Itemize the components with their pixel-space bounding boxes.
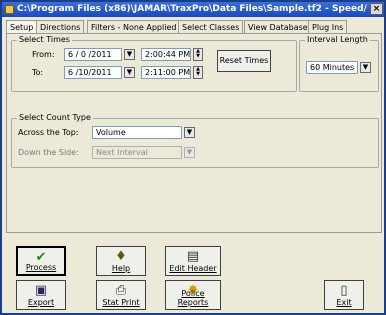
edit-header-label: Edit Header — [169, 264, 217, 273]
down-side-dropdown-icon: ▼ — [184, 147, 195, 158]
police-reports-label: Police Reports — [177, 289, 209, 307]
tab-strip: Setup Directions Filters - None Applied … — [6, 20, 382, 34]
tab-setup[interactable]: Setup — [6, 20, 38, 34]
across-top-label: Across the Top: — [18, 128, 79, 137]
edit-header-button[interactable]: ▤ Edit Header — [165, 246, 221, 276]
from-label: From: — [32, 50, 55, 59]
reset-times-button[interactable]: Reset Times — [217, 50, 271, 72]
exit-door-icon: ▯ — [340, 283, 348, 298]
across-top-dropdown-icon[interactable]: ▼ — [184, 127, 195, 138]
count-type-group: Select Count Type Across the Top: Volume… — [11, 113, 379, 168]
down-side-label: Down the Side: — [18, 148, 79, 157]
floppy-disk-icon: ▣ — [34, 283, 48, 298]
title-bar[interactable]: C:\Program Files (x86)\JAMAR\TraxPro\Dat… — [2, 2, 384, 17]
from-time-spinner-icon[interactable]: ▲ ▼ — [193, 48, 203, 61]
printer-icon: ⎙ — [115, 283, 127, 298]
to-label: To: — [32, 68, 44, 77]
tab-view-database[interactable]: View Database — [244, 20, 312, 33]
process-label: Process — [25, 263, 57, 272]
help-pin-icon: ♦ — [115, 249, 127, 264]
to-date-dropdown-icon[interactable]: ▼ — [124, 67, 135, 78]
down-side-select: Next Interval — [92, 146, 182, 159]
help-button[interactable]: ♦ Help — [96, 246, 146, 276]
setup-panel: Select Times From: 6 / 0 /2011 ▼ 2:00:44… — [6, 33, 382, 233]
interval-dropdown-icon[interactable]: ▼ — [360, 62, 371, 73]
close-button[interactable]: × — [370, 3, 383, 15]
export-label: Export — [27, 298, 55, 307]
stat-print-button[interactable]: ⎙ Stat Print — [96, 280, 146, 310]
from-time-field[interactable]: 2:00:44 PM — [141, 48, 191, 61]
interval-length-legend: Interval Length — [305, 35, 370, 44]
to-time-spinner-icon[interactable]: ▲ ▼ — [193, 66, 203, 79]
from-date-field[interactable]: 6 / 0 /2011 — [64, 48, 122, 61]
interval-length-group: Interval Length 60 Minutes ▼ — [299, 35, 379, 92]
to-date-field[interactable]: 6 /10/2011 — [64, 66, 122, 79]
app-icon — [5, 5, 14, 14]
tab-select-classes[interactable]: Select Classes — [178, 20, 244, 33]
exit-label: Exit — [336, 298, 352, 307]
police-reports-button[interactable]: ✸ Police Reports — [165, 280, 221, 310]
stat-print-label: Stat Print — [102, 298, 140, 307]
help-label: Help — [111, 264, 131, 273]
process-button[interactable]: ✔ Process — [16, 246, 66, 276]
edit-header-icon: ▤ — [186, 249, 200, 264]
across-top-select[interactable]: Volume — [92, 126, 182, 139]
to-time-field[interactable]: 2:11:00 PM — [141, 66, 191, 79]
tab-plug-ins[interactable]: Plug Ins — [308, 20, 348, 33]
select-times-group: Select Times From: 6 / 0 /2011 ▼ 2:00:44… — [11, 35, 297, 92]
app-window: C:\Program Files (x86)\JAMAR\TraxPro\Dat… — [0, 0, 386, 315]
tab-directions[interactable]: Directions — [36, 20, 85, 33]
exit-button[interactable]: ▯ Exit — [324, 280, 364, 310]
window-title: C:\Program Files (x86)\JAMAR\TraxPro\Dat… — [17, 4, 367, 14]
export-button[interactable]: ▣ Export — [16, 280, 66, 310]
tab-filters[interactable]: Filters - None Applied — [87, 20, 181, 33]
from-date-dropdown-icon[interactable]: ▼ — [124, 49, 135, 60]
count-type-legend: Select Count Type — [17, 113, 93, 122]
interval-length-select[interactable]: 60 Minutes — [306, 61, 358, 74]
select-times-legend: Select Times — [17, 35, 72, 44]
